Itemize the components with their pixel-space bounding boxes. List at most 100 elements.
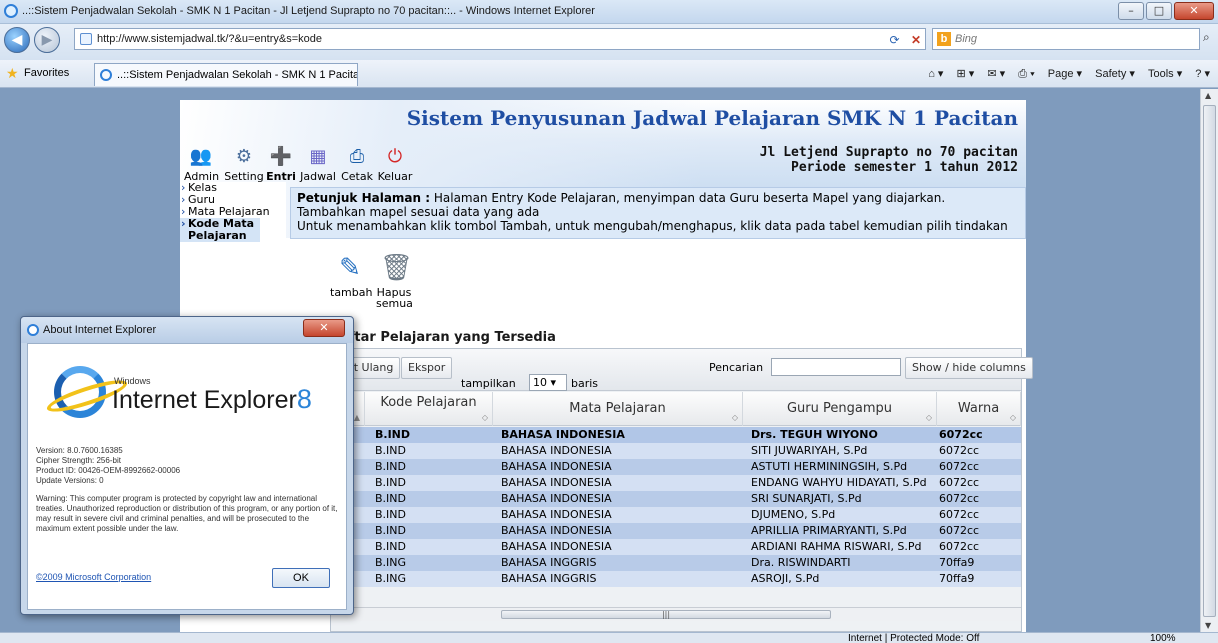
table-row[interactable]: B.IND BAHASA INDONESIA ENDANG WAHYU HIDAYA… <box>331 475 1021 491</box>
stop-button[interactable]: ✕ <box>911 33 921 47</box>
side-menu: Kelas Guru Mata Pelajaran Kode Mata Pela… <box>180 182 286 274</box>
trash-icon: 🗑 <box>380 253 414 283</box>
cell-warna: 6072cc <box>939 460 980 473</box>
mail-button[interactable]: ✉ ▾ <box>987 68 1005 80</box>
cell-kode: B.ING <box>375 572 407 585</box>
show-hide-columns-button[interactable]: Show / hide columns <box>905 357 1033 379</box>
search-box[interactable]: b Bing <box>932 28 1200 50</box>
help-menu[interactable]: ? ▾ <box>1195 68 1210 80</box>
table-row[interactable]: B.ING BAHASA INGGRIS ASROJI, S.Pd 70ffa9 <box>331 571 1021 587</box>
vscroll-thumb[interactable] <box>1203 105 1216 617</box>
sort-icon: ◇ <box>1009 413 1016 422</box>
forward-button[interactable]: ▶ <box>34 27 60 53</box>
cell-mapel: BAHASA INDONESIA <box>501 428 625 441</box>
favorites-star-icon[interactable]: ★ <box>6 65 19 82</box>
horizontal-scrollbar[interactable]: ||| <box>331 607 1021 621</box>
cell-kode: B.ING <box>375 556 407 569</box>
cell-guru: SITI JUWARIYAH, S.Pd <box>751 444 868 457</box>
page-menu[interactable]: Page ▾ <box>1048 68 1082 80</box>
favorites-button[interactable]: Favorites <box>24 67 69 79</box>
cell-guru: ENDANG WAHYU HIDAYATI, S.Pd <box>751 476 927 489</box>
vertical-scrollbar[interactable]: ▲ ▼ <box>1200 89 1218 632</box>
print-button[interactable]: ⎙ ▾ <box>1018 68 1034 80</box>
hint-text2: Tambahkan mapel sesuai data yang ada <box>297 205 540 219</box>
safety-menu[interactable]: Safety ▾ <box>1095 68 1135 80</box>
table-row[interactable]: B.IND BAHASA INDONESIA APRILLIA PRIMARYANT… <box>331 523 1021 539</box>
cell-warna: 6072cc <box>939 492 980 505</box>
site-address: Jl Letjend Suprapto no 70 pacitan Period… <box>760 145 1018 175</box>
col-guru[interactable]: Guru Pengampu ◇ <box>743 392 937 426</box>
keluar-button[interactable]: ⏻ Keluar <box>376 146 414 183</box>
about-close-button[interactable]: ✕ <box>303 319 345 337</box>
cell-guru: Drs. TEGUH WIYONO <box>751 428 878 441</box>
data-table: uat Ulang Ekspor Pencarian Show / hide c… <box>330 348 1033 632</box>
table-row[interactable]: B.ING BAHASA INGGRIS Dra. RISWINDARTI 70ffa… <box>331 555 1021 571</box>
jadwal-button[interactable]: ▦ Jadwal <box>298 146 338 183</box>
cell-kode: B.IND <box>375 444 406 457</box>
table-row[interactable]: B.IND BAHASA INDONESIA SRI SUNARJATI, S.Pd… <box>331 491 1021 507</box>
security-zone[interactable]: Internet | Protected Mode: Off <box>848 633 979 643</box>
home-button[interactable]: ⌂ ▾ <box>928 68 943 80</box>
sort-asc-icon: ▲ <box>353 413 360 422</box>
browser-tab[interactable]: ..::Sistem Penjadwalan Sekolah - SMK N 1… <box>94 63 358 86</box>
cell-mapel: BAHASA INDONESIA <box>501 508 612 521</box>
table-row[interactable]: B.IND BAHASA INDONESIA ASTUTI HERMININGSIH… <box>331 459 1021 475</box>
cell-guru: ARDIANI RAHMA RISWARI, S.Pd <box>751 540 922 553</box>
search-label: Pencarian <box>709 361 764 374</box>
scroll-down-icon[interactable]: ▼ <box>1205 621 1211 630</box>
sort-icon: ◇ <box>481 413 488 422</box>
show-suffix: baris <box>571 377 599 390</box>
table-row[interactable]: B.IND BAHASA INDONESIA SITI JUWARIYAH, S.P… <box>331 443 1021 459</box>
setting-button[interactable]: ⚙ Setting <box>224 146 264 183</box>
col-warna[interactable]: Warna ◇ <box>937 392 1021 426</box>
cetak-button[interactable]: ⎙ Cetak <box>340 146 374 183</box>
hint-label: Petunjuk Halaman : <box>297 191 431 205</box>
cell-mapel: BAHASA INDONESIA <box>501 444 612 457</box>
back-button[interactable]: ◀ <box>4 27 30 53</box>
close-button[interactable]: ✕ <box>1174 2 1214 20</box>
search-placeholder: Bing <box>955 33 978 45</box>
hint-text1: Halaman Entry Kode Pelajaran, menyimpan … <box>430 191 946 205</box>
tools-menu[interactable]: Tools ▾ <box>1148 68 1182 80</box>
users-icon: 👥 <box>189 146 213 167</box>
cell-warna: 6072cc <box>939 444 980 457</box>
cell-kode: B.IND <box>375 492 406 505</box>
title-bar: ..::Sistem Penjadwalan Sekolah - SMK N 1… <box>0 0 1218 24</box>
table-row[interactable]: B.IND BAHASA INDONESIA DJUMENO, S.Pd 6072cc <box>331 507 1021 523</box>
command-bar: ⌂ ▾ ⊞ ▾ ✉ ▾ ⎙ ▾ Page ▾ Safety ▾ Tools ▾ … <box>918 67 1210 81</box>
update-text: Update Versions: 0 <box>36 476 104 485</box>
site-address-line2: Periode semester 1 tahun 2012 <box>791 160 1018 175</box>
copyright-link[interactable]: ©2009 Microsoft Corporation <box>36 572 151 582</box>
search-icon[interactable]: ⌕ <box>1203 30 1210 45</box>
cell-kode: B.IND <box>375 460 406 473</box>
feeds-button[interactable]: ⊞ ▾ <box>957 68 975 80</box>
rows-per-page-select[interactable]: 10 ▾ <box>529 374 567 391</box>
url-field[interactable]: http://www.sistemjadwal.tk/?&u=entry&s=k… <box>74 28 926 50</box>
favorites-bar: ★ Favorites ..::Sistem Penjadwalan Sekol… <box>0 60 1218 88</box>
col-mapel[interactable]: Mata Pelajaran ◇ <box>493 392 743 426</box>
edit-pencil-icon: ✎ <box>339 253 361 283</box>
export-button[interactable]: Ekspor <box>401 357 453 379</box>
product-id-text: Product ID: 00426-OEM-8992662-00006 <box>36 466 181 475</box>
tab-ie-icon <box>100 69 112 81</box>
scroll-up-icon[interactable]: ▲ <box>1205 91 1211 100</box>
entri-button[interactable]: ➕ Entri <box>266 146 296 183</box>
admin-button[interactable]: 👥 Admin <box>184 146 219 183</box>
tambah-button[interactable]: ✎ tambah <box>330 253 372 298</box>
table-row[interactable]: B.IND BAHASA INDONESIA ARDIANI RAHMA RISWA… <box>331 539 1021 555</box>
refresh-button[interactable]: ⟳ <box>890 33 900 47</box>
col-kode[interactable]: Kode Pelajaran ◇ <box>365 392 493 426</box>
table-row[interactable]: B.IND BAHASA INDONESIA Drs. TEGUH WIYONO 60… <box>331 427 1021 443</box>
menu-item-kode-mata-pelajaran[interactable]: Kode Mata Pelajaran <box>180 218 260 242</box>
ok-button[interactable]: OK <box>272 568 330 588</box>
site-address-line1: Jl Letjend Suprapto no 70 pacitan <box>759 145 1018 160</box>
scroll-thumb[interactable]: ||| <box>501 610 831 619</box>
table-search-input[interactable] <box>771 358 901 376</box>
hint-text3: Untuk menambahkan klik tombol Tambah, un… <box>297 219 1008 233</box>
zoom-level[interactable]: 100% <box>1150 633 1176 643</box>
maximize-button[interactable]: □ <box>1146 2 1172 20</box>
cell-guru: ASTUTI HERMININGSIH, S.Pd <box>751 460 908 473</box>
minimize-button[interactable]: – <box>1118 2 1144 20</box>
cell-warna: 70ffa9 <box>939 556 975 569</box>
hapus-semua-button[interactable]: 🗑 Hapus semua <box>376 253 414 309</box>
